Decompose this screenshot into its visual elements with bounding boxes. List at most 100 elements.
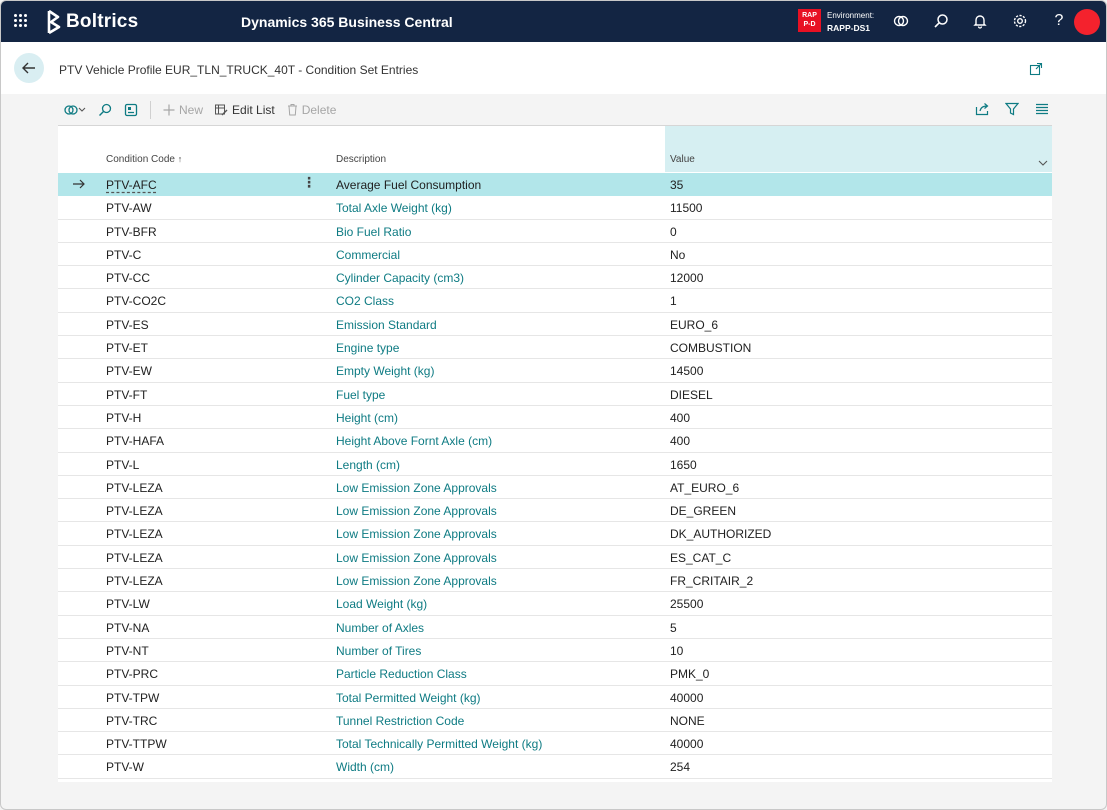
cell-description[interactable]: Number of Tires xyxy=(336,644,421,658)
table-row[interactable]: PTV-LEZA Low Emission Zone Approvals DK_AU… xyxy=(58,522,1052,546)
table-row[interactable]: PTV-AFC ⋮ Average Fuel Consumption 35 xyxy=(58,173,1052,197)
cell-value[interactable]: 14500 xyxy=(670,364,703,378)
table-row[interactable]: PTV-LEZA Low Emission Zone Approvals AT_EU… xyxy=(58,476,1052,500)
cell-condition-code[interactable]: PTV-AFC xyxy=(106,178,157,192)
cell-condition-code[interactable]: PTV-TRC xyxy=(106,714,157,728)
cell-value[interactable]: 10 xyxy=(670,644,683,658)
cell-value[interactable]: No xyxy=(670,248,685,262)
cell-value[interactable]: PMK_0 xyxy=(670,667,709,681)
cell-condition-code[interactable]: PTV-TPW xyxy=(106,691,159,705)
cell-condition-code[interactable]: PTV-LW xyxy=(106,597,150,611)
cell-description[interactable]: Empty Weight (kg) xyxy=(336,364,434,378)
edit-list-button[interactable]: Edit List xyxy=(209,98,281,122)
search-list-button[interactable] xyxy=(92,98,118,122)
column-header-condition-code[interactable]: Condition Code ↑ xyxy=(106,154,182,165)
cell-description[interactable]: Average Fuel Consumption xyxy=(336,178,481,192)
cell-condition-code[interactable]: PTV-C xyxy=(106,248,141,262)
table-row[interactable]: PTV-W Width (cm) 254 xyxy=(58,755,1052,779)
table-row[interactable]: PTV-TTPW Total Technically Permitted Weig… xyxy=(58,732,1052,756)
cell-condition-code[interactable]: PTV-HAFA xyxy=(106,434,164,448)
cell-condition-code[interactable]: PTV-AW xyxy=(106,201,152,215)
table-row[interactable]: PTV-ET Engine type COMBUSTION xyxy=(58,336,1052,360)
cell-description[interactable]: Bio Fuel Ratio xyxy=(336,225,411,239)
cell-description[interactable]: Low Emission Zone Approvals xyxy=(336,551,497,565)
cell-description[interactable]: Load Weight (kg) xyxy=(336,597,427,611)
cell-description[interactable]: Length (cm) xyxy=(336,458,400,472)
table-row[interactable]: PTV-AW Total Axle Weight (kg) 11500 xyxy=(58,196,1052,220)
table-row[interactable]: PTV-LW Load Weight (kg) 25500 xyxy=(58,592,1052,616)
table-row[interactable]: PTV-H Height (cm) 400 xyxy=(58,406,1052,430)
bell-icon[interactable] xyxy=(971,12,989,30)
cell-description[interactable]: Cylinder Capacity (cm3) xyxy=(336,271,464,285)
cell-value[interactable]: 25500 xyxy=(670,597,703,611)
table-row[interactable]: PTV-LEZA Low Emission Zone Approvals ES_CA… xyxy=(58,546,1052,570)
cell-value[interactable]: DK_AUTHORIZED xyxy=(670,527,771,541)
cell-description[interactable]: Total Technically Permitted Weight (kg) xyxy=(336,737,542,751)
share-icon[interactable] xyxy=(972,98,992,120)
cell-value[interactable]: 400 xyxy=(670,411,690,425)
cell-description[interactable]: Emission Standard xyxy=(336,318,437,332)
cell-description[interactable]: Low Emission Zone Approvals xyxy=(336,574,497,588)
cell-condition-code[interactable]: PTV-NA xyxy=(106,621,149,635)
gear-icon[interactable] xyxy=(1011,12,1029,30)
cell-condition-code[interactable]: PTV-BFR xyxy=(106,225,157,239)
cell-value[interactable]: 254 xyxy=(670,760,690,774)
cell-value[interactable]: ES_CAT_C xyxy=(670,551,731,565)
cell-description[interactable]: Low Emission Zone Approvals xyxy=(336,504,497,518)
table-row[interactable]: PTV-NT Number of Tires 10 xyxy=(58,639,1052,663)
table-row[interactable]: PTV-C Commercial No xyxy=(58,243,1052,267)
table-row[interactable]: PTV-LEZA Low Emission Zone Approvals DE_GR… xyxy=(58,499,1052,523)
table-row[interactable]: PTV-ES Emission Standard EURO_6 xyxy=(58,313,1052,337)
cell-condition-code[interactable]: PTV-ET xyxy=(106,341,148,355)
table-row[interactable]: PTV-CC Cylinder Capacity (cm3) 12000 xyxy=(58,266,1052,290)
list-layout-icon[interactable] xyxy=(1032,98,1052,120)
cell-value[interactable]: EURO_6 xyxy=(670,318,718,332)
row-actions-icon[interactable]: ⋮ xyxy=(302,174,316,191)
brand-logo[interactable]: Boltrics xyxy=(46,9,138,35)
product-name[interactable]: Dynamics 365 Business Central xyxy=(241,14,453,30)
column-header-value[interactable]: Value xyxy=(670,154,695,165)
cell-value[interactable]: NONE xyxy=(670,714,705,728)
copilot-icon[interactable] xyxy=(892,12,910,30)
cell-value[interactable]: 12000 xyxy=(670,271,703,285)
cell-condition-code[interactable]: PTV-W xyxy=(106,760,144,774)
cell-value[interactable]: FR_CRITAIR_2 xyxy=(670,574,753,588)
cell-condition-code[interactable]: PTV-ES xyxy=(106,318,149,332)
avatar[interactable] xyxy=(1074,9,1100,35)
cell-description[interactable]: Fuel type xyxy=(336,388,385,402)
waffle-icon[interactable] xyxy=(14,14,28,28)
table-row[interactable]: PTV-HAFA Height Above Fornt Axle (cm) 400 xyxy=(58,429,1052,453)
cell-value[interactable]: 1 xyxy=(670,294,677,308)
table-row[interactable]: PTV-BFR Bio Fuel Ratio 0 xyxy=(58,220,1052,243)
table-row[interactable]: PTV-LEZA Low Emission Zone Approvals FR_CR… xyxy=(58,569,1052,593)
cell-value[interactable]: COMBUSTION xyxy=(670,341,751,355)
cell-condition-code[interactable]: PTV-LEZA xyxy=(106,481,163,495)
cell-description[interactable]: Tunnel Restriction Code xyxy=(336,714,464,728)
new-button[interactable]: New xyxy=(157,98,209,122)
filter-icon[interactable] xyxy=(1002,98,1022,120)
cell-description[interactable]: Width (cm) xyxy=(336,760,394,774)
cell-description[interactable]: Height (cm) xyxy=(336,411,398,425)
cell-description[interactable]: Total Permitted Weight (kg) xyxy=(336,691,481,705)
table-row[interactable]: PTV-FT Fuel type DIESEL xyxy=(58,383,1052,406)
cell-value[interactable]: DIESEL xyxy=(670,388,713,402)
cell-condition-code[interactable]: PTV-CC xyxy=(106,271,150,285)
cell-description[interactable]: Height Above Fornt Axle (cm) xyxy=(336,434,492,448)
cell-condition-code[interactable]: PTV-FT xyxy=(106,388,147,402)
cell-value[interactable]: 400 xyxy=(670,434,690,448)
cell-value[interactable]: 11500 xyxy=(670,201,702,215)
cell-condition-code[interactable]: PTV-TTPW xyxy=(106,737,167,751)
cell-value[interactable]: DE_GREEN xyxy=(670,504,736,518)
chevron-down-icon[interactable] xyxy=(1038,156,1048,170)
back-button[interactable] xyxy=(14,53,44,83)
cell-condition-code[interactable]: PTV-LEZA xyxy=(106,527,163,541)
cell-condition-code[interactable]: PTV-NT xyxy=(106,644,149,658)
cell-condition-code[interactable]: PTV-LEZA xyxy=(106,551,163,565)
cell-condition-code[interactable]: PTV-PRC xyxy=(106,667,158,681)
table-row[interactable]: PTV-NA Number of Axles 5 xyxy=(58,616,1052,639)
table-row[interactable]: PTV-PRC Particle Reduction Class PMK_0 xyxy=(58,662,1052,686)
cell-condition-code[interactable]: PTV-LEZA xyxy=(106,574,163,588)
cell-value[interactable]: 40000 xyxy=(670,737,703,751)
cell-condition-code[interactable]: PTV-H xyxy=(106,411,141,425)
cell-condition-code[interactable]: PTV-L xyxy=(106,458,139,472)
